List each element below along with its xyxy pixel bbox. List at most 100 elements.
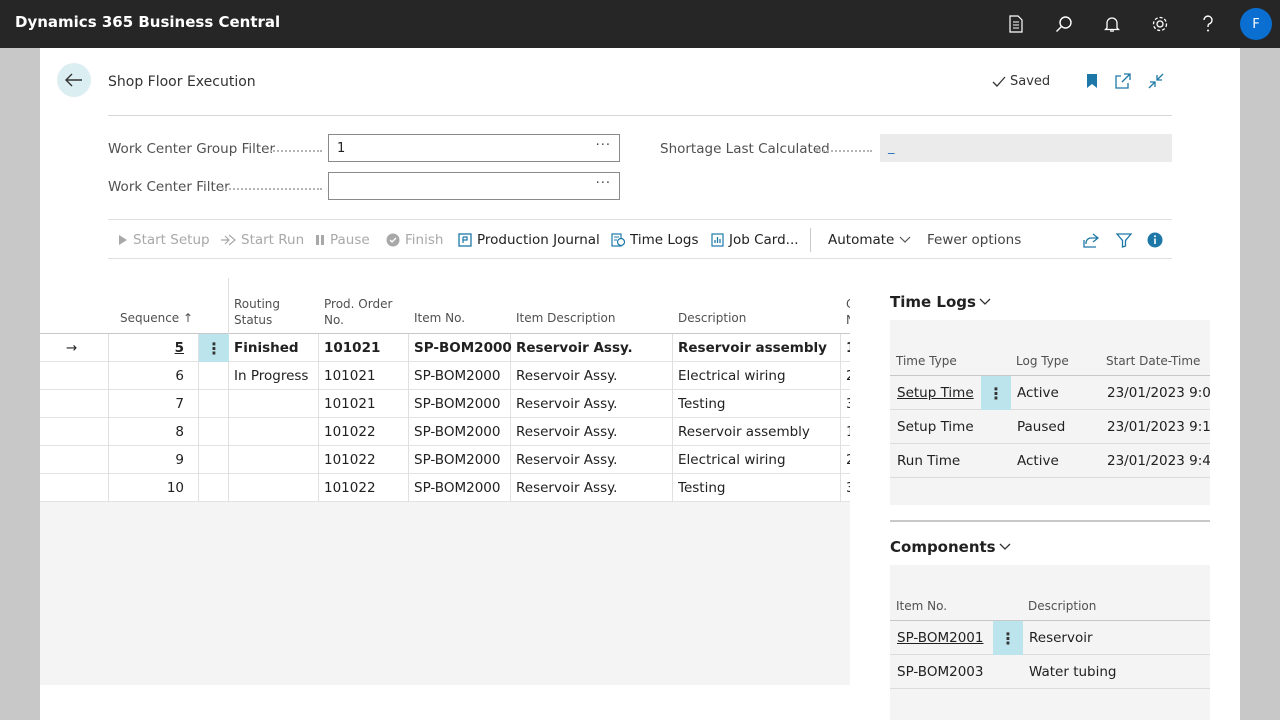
cell-prod-order-no: 101021 (324, 340, 381, 356)
time-logs-part: Time Type Log Type Start Date-Time Setup… (890, 320, 1210, 505)
production-journal-label: Production Journal (477, 232, 600, 248)
fewer-options-button[interactable]: Fewer options (927, 232, 1021, 248)
sort-ascending-icon: ↑ (183, 311, 194, 325)
time-type-header[interactable]: Time Type (896, 354, 957, 368)
avatar[interactable]: F (1240, 8, 1272, 40)
shortage-last-calculated-value[interactable]: _ (880, 134, 1172, 162)
production-journal-button[interactable]: Production Journal (458, 232, 600, 248)
share-icon[interactable] (1082, 231, 1100, 249)
cell-description: Testing (678, 396, 726, 412)
col-item-no-header[interactable]: Item No. (414, 310, 465, 326)
list-item[interactable]: Setup Time Paused 23/01/2023 9:15 (890, 410, 1210, 444)
time-logs-label: Time Logs (630, 232, 699, 248)
list-item[interactable]: Setup Time ⋮ Active 23/01/2023 9:00 (890, 376, 1210, 410)
cell-routing-status (234, 446, 322, 474)
col-sequence-label: Sequence (120, 311, 180, 325)
table-row[interactable]: 8 101022 SP-BOM2000 Reservoir Assy. Reservoi… (40, 418, 850, 446)
work-center-filter-input[interactable]: ··· (328, 172, 620, 200)
page-title: Shop Floor Execution (108, 74, 256, 90)
gear-icon[interactable] (1148, 12, 1172, 36)
report-icon (711, 233, 724, 247)
work-center-group-filter-value: 1 (337, 141, 346, 156)
cell-extra: 3 (846, 474, 850, 502)
back-button[interactable] (57, 63, 91, 97)
cell-sequence[interactable]: 6 (108, 362, 184, 390)
time-logs-button[interactable]: Time Logs (611, 232, 698, 248)
cell-sequence[interactable]: 5 (108, 334, 184, 362)
collapse-icon[interactable] (1147, 72, 1165, 90)
job-card-button[interactable]: Job Card... (711, 232, 799, 248)
component-item-no-header[interactable]: Item No. (896, 599, 947, 613)
cell-sequence[interactable]: 10 (108, 474, 184, 502)
bell-icon[interactable] (1100, 12, 1124, 36)
column-divider (198, 474, 199, 502)
current-row-arrow-icon: → (66, 340, 78, 356)
col-routing-status-header[interactable]: Routing Status (234, 296, 280, 328)
time-log-time-type[interactable]: Setup Time (897, 376, 981, 410)
cell-sequence[interactable]: 8 (108, 418, 184, 446)
chevron-down-icon (899, 236, 911, 243)
start-setup-button[interactable]: Start Setup (118, 232, 210, 248)
table-row[interactable]: 7 101021 SP-BOM2000 Reservoir Assy. Testing 3 (40, 390, 850, 418)
components-part: Item No. Description SP-BOM2001 ⋮ Reservoi… (890, 565, 1210, 720)
time-logs-part-title[interactable]: Time Logs (890, 293, 991, 311)
filter-icon[interactable] (1115, 231, 1133, 249)
cell-item-no: SP-BOM2000 (414, 396, 501, 412)
component-item-no[interactable]: SP-BOM2001 (897, 621, 993, 655)
column-divider (228, 474, 229, 502)
time-log-log-type: Active (1017, 385, 1059, 401)
work-center-group-filter-label: Work Center Group Filter (108, 141, 276, 157)
search-icon[interactable] (1052, 12, 1076, 36)
cell-sequence[interactable]: 7 (108, 390, 184, 418)
time-log-time-type: Run Time (897, 453, 961, 469)
lookup-ellipsis-icon[interactable]: ··· (596, 176, 611, 191)
open-new-window-icon[interactable] (1114, 72, 1132, 90)
cell-item-no: SP-BOM2000 (414, 452, 501, 468)
table-row[interactable]: → ⋮ 5 Finished 101021 SP-BOM2000 Reservoir Ass… (40, 334, 850, 362)
row-actions-button[interactable]: ⋮ (981, 376, 1011, 410)
log-type-header[interactable]: Log Type (1016, 354, 1069, 368)
help-icon[interactable] (1196, 12, 1220, 36)
component-description-header[interactable]: Description (1028, 599, 1096, 613)
cell-item-no: SP-BOM2000 (414, 340, 512, 356)
clock-list-icon (611, 233, 625, 247)
table-row[interactable]: 6 In Progress 101021 SP-BOM2000 Reservoir As… (40, 362, 850, 390)
work-center-group-filter-input[interactable]: 1 ··· (328, 134, 620, 162)
pause-button[interactable]: Pause (315, 232, 370, 248)
components-part-title[interactable]: Components (890, 538, 1011, 556)
start-run-button[interactable]: Start Run (220, 232, 304, 248)
list-item[interactable]: SP-BOM2001 ⋮ Reservoir (890, 621, 1210, 655)
start-run-label: Start Run (241, 232, 305, 248)
row-actions-button[interactable]: ⋮ (993, 621, 1023, 655)
lookup-ellipsis-icon[interactable]: ··· (596, 138, 611, 153)
col-description-header[interactable]: Description (678, 310, 746, 326)
col-prod-order-header[interactable]: Prod. Order No. (324, 296, 392, 328)
column-divider (228, 418, 229, 446)
start-date-time-header[interactable]: Start Date-Time (1106, 354, 1200, 368)
col-extra-header[interactable]: C N (846, 296, 850, 328)
automate-label: Automate (828, 232, 895, 248)
list-item[interactable]: Run Time Active 23/01/2023 9:45 (890, 444, 1210, 478)
app-title[interactable]: Dynamics 365 Business Central (15, 13, 280, 31)
document-icon[interactable] (1004, 12, 1028, 36)
bookmark-icon[interactable] (1083, 72, 1101, 90)
col-item-description-header[interactable]: Item Description (516, 310, 615, 326)
cell-routing-status: Finished (234, 340, 299, 356)
info-icon[interactable] (1146, 231, 1164, 249)
list-item[interactable]: SP-BOM2003 Water tubing (890, 655, 1210, 689)
cell-description: Testing (678, 480, 726, 496)
operations-grid: Sequence ↑ Routing Status Prod. Order No… (40, 278, 850, 685)
check-icon (992, 76, 1006, 87)
time-log-log-type: Paused (1017, 419, 1066, 435)
time-log-start: 23/01/2023 9:00 (1107, 385, 1210, 401)
col-sequence-header[interactable]: Sequence ↑ (120, 310, 193, 326)
table-row[interactable]: 9 101022 SP-BOM2000 Reservoir Assy. Electric… (40, 446, 850, 474)
automate-menu[interactable]: Automate (828, 232, 911, 248)
cell-sequence[interactable]: 9 (108, 446, 184, 474)
column-divider (228, 362, 229, 390)
row-actions-button[interactable]: ⋮ (199, 334, 229, 362)
time-log-log-type: Active (1017, 453, 1059, 469)
table-row[interactable]: 10 101022 SP-BOM2000 Reservoir Assy. Testing… (40, 474, 850, 502)
finish-button[interactable]: Finish (386, 232, 443, 248)
time-logs-title-label: Time Logs (890, 293, 976, 311)
